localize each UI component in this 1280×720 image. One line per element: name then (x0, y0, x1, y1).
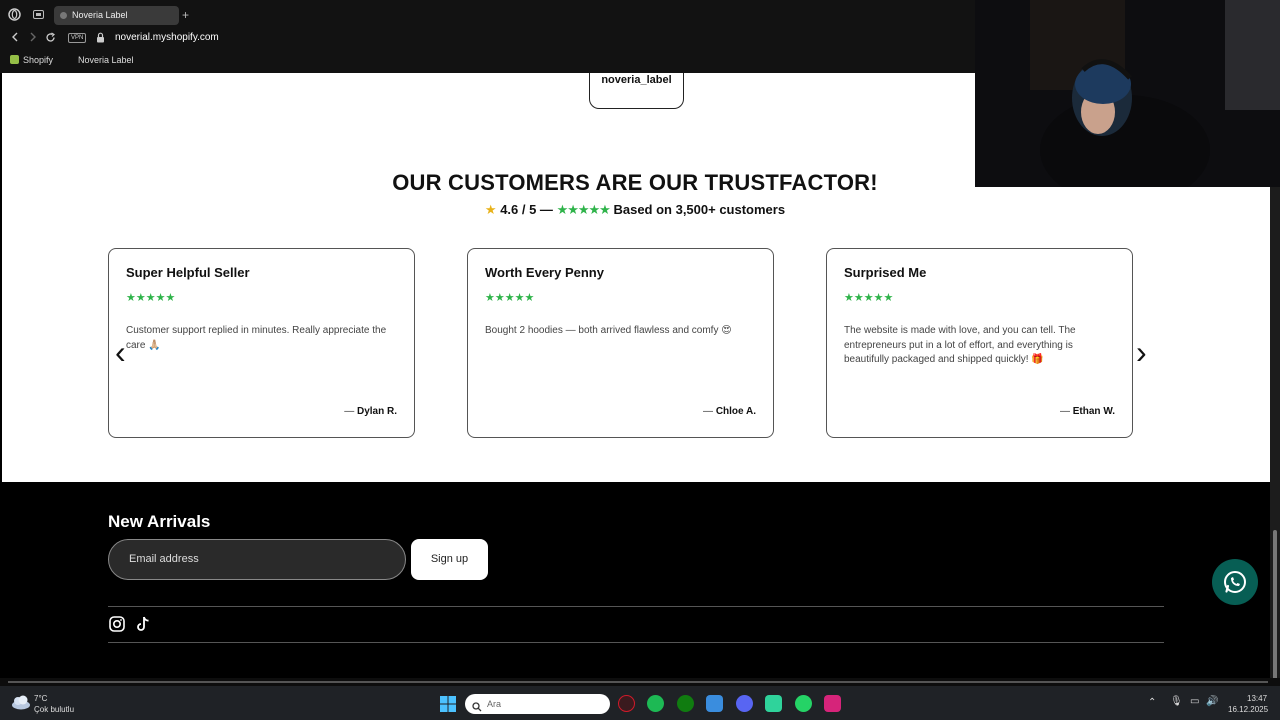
microphone-icon[interactable]: 🎙 (1170, 696, 1183, 707)
back-icon[interactable] (10, 32, 20, 45)
review-body: Customer support replied in minutes. Rea… (126, 325, 387, 351)
clock-time[interactable]: 13:47 (1247, 694, 1267, 703)
whatsapp-taskbar-icon[interactable] (795, 695, 812, 712)
signup-button[interactable]: Sign up (411, 539, 488, 580)
instagram-handle-box[interactable]: noveria_label (589, 73, 684, 109)
instagram-icon[interactable] (109, 616, 125, 632)
rating-summary: ★ 4.6 / 5 — ★★★★★ Based on 3,500+ custom… (0, 202, 1270, 218)
author-name: Chloe A. (715, 406, 756, 417)
tiktok-icon[interactable] (135, 616, 151, 632)
author-name: Dylan R. (356, 406, 397, 417)
carousel-prev-button[interactable]: ‹ (115, 336, 126, 368)
weather-condition[interactable]: Çok bulutlu (34, 705, 74, 714)
whatsapp-icon (1224, 571, 1246, 593)
taskbar: 7°C Çok bulutlu Ara ⌃ 🎙 ▭ 🔊 13:47 16.12.… (0, 686, 1280, 720)
author-name: Ethan W. (1072, 406, 1115, 417)
rating-score: 4.6 / 5 — (500, 202, 553, 217)
webcam-overlay (975, 0, 1280, 187)
forward-icon[interactable] (28, 32, 38, 45)
tray-chevron-icon[interactable]: ⌃ (1148, 697, 1156, 708)
whatsapp-chat-button[interactable] (1212, 559, 1258, 605)
bookmark-shopify[interactable]: Shopify (10, 55, 53, 65)
spotify-icon[interactable] (647, 695, 664, 712)
weather-icon[interactable] (11, 694, 31, 715)
review-card: Worth Every Penny ★★★★★ Bought 2 hoodies… (467, 248, 774, 438)
horizontal-scrollbar[interactable] (0, 678, 1280, 686)
network-app-icon[interactable] (706, 695, 723, 712)
xbox-icon[interactable] (677, 695, 694, 712)
taskbar-search-input[interactable]: Ara (465, 694, 610, 714)
review-body: The website is made with love, and you c… (844, 325, 1076, 365)
bookmark-label: Noveria Label (78, 55, 134, 65)
volume-icon[interactable]: 🔊 (1206, 696, 1218, 707)
search-placeholder: Ara (487, 699, 502, 709)
review-stars: ★★★★★ (485, 292, 535, 304)
address-bar[interactable]: noverial.myshopify.com (115, 32, 219, 43)
star-icon: ★ (484, 202, 497, 217)
lock-icon (96, 32, 105, 46)
vpn-badge[interactable]: VPN (68, 33, 87, 43)
shopify-icon (10, 55, 19, 64)
app-icon[interactable] (765, 695, 782, 712)
windows-start-icon[interactable] (440, 696, 456, 717)
hscroll-thumb[interactable] (8, 681, 1268, 683)
url-host: noverial.myshopify.com (115, 32, 219, 43)
new-arrivals-title: New Arrivals (108, 512, 211, 531)
review-title: Super Helpful Seller (126, 265, 250, 280)
network-icon[interactable]: ▭ (1190, 696, 1199, 707)
review-author: — Dylan R. (344, 406, 397, 417)
author-dash: — (1059, 406, 1070, 417)
bookmark-label: Shopify (23, 55, 54, 65)
review-title: Surprised Me (844, 265, 927, 280)
tab-islands-icon[interactable] (33, 10, 44, 22)
email-field[interactable]: Email address (108, 539, 406, 580)
review-card: Super Helpful Seller ★★★★★ Customer supp… (108, 248, 415, 438)
author-dash: — (703, 406, 714, 417)
carousel-next-button[interactable]: › (1136, 336, 1147, 368)
review-card: Surprised Me ★★★★★ The website is made w… (826, 248, 1133, 438)
search-icon (472, 699, 482, 719)
rating-text: Based on 3,500+ customers (613, 202, 786, 217)
author-dash: — (344, 406, 355, 417)
opera-app-icon[interactable] (618, 695, 635, 712)
instagram-taskbar-icon[interactable] (824, 695, 841, 712)
footer-divider (108, 642, 1164, 643)
review-title: Worth Every Penny (485, 265, 604, 280)
new-tab-button[interactable]: + (182, 9, 189, 21)
footer-divider (108, 606, 1164, 607)
tab-noveria-label[interactable]: Noveria Label (54, 6, 179, 25)
scrollbar-thumb[interactable] (1273, 530, 1277, 680)
rating-stars: ★★★★★ (556, 202, 611, 217)
tab-title: Noveria Label (72, 10, 128, 20)
opera-menu-icon[interactable] (8, 8, 21, 24)
review-author: — Chloe A. (703, 406, 756, 417)
review-body: Bought 2 hoodies — both arrived flawless… (485, 325, 732, 336)
tab-favicon-icon (60, 12, 67, 19)
weather-temperature[interactable]: 7°C (34, 694, 47, 703)
discord-icon[interactable] (736, 695, 753, 712)
bookmark-noveria-label[interactable]: Noveria Label (78, 55, 134, 65)
review-stars: ★★★★★ (126, 292, 176, 304)
review-author: — Ethan W. (1060, 406, 1115, 417)
review-stars: ★★★★★ (844, 292, 894, 304)
reload-icon[interactable] (45, 32, 56, 46)
clock-date[interactable]: 16.12.2025 (1228, 705, 1268, 714)
